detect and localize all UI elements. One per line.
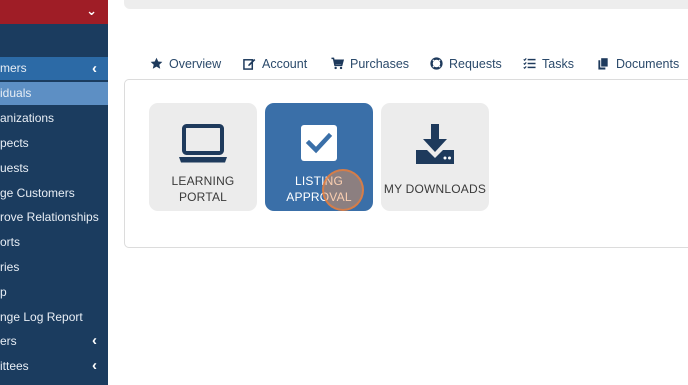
sidebar-item-prospects[interactable]: pects — [0, 132, 108, 154]
sidebar-item-label: pects — [0, 136, 29, 150]
sidebar-item-label: anizations — [0, 111, 55, 125]
tab-label: Documents — [616, 57, 680, 71]
tab-label: Requests — [449, 57, 502, 71]
click-indicator — [322, 169, 364, 211]
header-strip — [124, 0, 688, 9]
sidebar-item-requests[interactable]: uests — [0, 157, 108, 179]
sidebar-item-committees[interactable]: ittees ‹ — [0, 355, 108, 377]
checkbox-icon — [265, 125, 373, 166]
chevron-down-icon[interactable]: ⌄ — [86, 3, 97, 19]
tab-label: Purchases — [350, 57, 410, 71]
sidebar-item-label: ittees — [0, 359, 29, 373]
star-icon — [150, 57, 163, 70]
tab-documents[interactable]: Documents — [597, 55, 679, 73]
sidebar-item-label: mers — [0, 61, 27, 75]
learning-portal-tile[interactable]: LEARNING PORTAL — [149, 103, 257, 211]
tab-overview[interactable]: Overview — [150, 55, 221, 73]
sidebar-item-customers[interactable]: mers ‹ — [0, 57, 108, 80]
tile-label-line2: PORTAL — [178, 190, 228, 204]
sidebar-item-label: iduals — [0, 86, 32, 100]
sidebar-item-label: rove Relationships — [0, 210, 99, 224]
laptop-icon — [149, 123, 257, 170]
tab-label: Tasks — [542, 57, 574, 71]
tab-label: Account — [262, 57, 308, 71]
sidebar-item-orders[interactable]: ers ‹ — [0, 330, 108, 352]
sidebar-item-label: ge Customers — [0, 186, 75, 200]
sidebar-item-queries[interactable]: ries — [0, 256, 108, 278]
tab-requests[interactable]: Requests — [430, 55, 502, 73]
chevron-left-icon[interactable]: ‹ — [92, 355, 97, 377]
sidebar-item-label: uests — [0, 161, 29, 175]
tab-tasks[interactable]: Tasks — [523, 55, 574, 73]
sidebar-item-help[interactable]: p — [0, 281, 108, 303]
tile-label: MY DOWNLOADS — [383, 182, 487, 196]
edit-icon — [243, 57, 256, 70]
sidebar-item-label: p — [0, 285, 7, 299]
tab-purchases[interactable]: Purchases — [331, 55, 409, 73]
chevron-left-icon[interactable]: ‹ — [92, 330, 97, 352]
tab-account[interactable]: Account — [243, 55, 307, 73]
sidebar-item-label: ries — [0, 260, 20, 274]
sidebar-item-merge-customers[interactable]: ge Customers — [0, 182, 108, 204]
tile-label-line1: LEARNING — [171, 174, 235, 188]
chevron-left-icon[interactable]: ‹ — [92, 57, 97, 80]
sidebar-item-change-log-report[interactable]: nge Log Report — [0, 306, 108, 328]
download-icon — [381, 123, 489, 170]
sidebar-header[interactable]: ⌄ — [0, 0, 108, 24]
sidebar-item-organizations[interactable]: anizations — [0, 107, 108, 129]
cart-icon — [331, 57, 344, 70]
tab-label: Overview — [169, 57, 222, 71]
sidebar-item-label: nge Log Report — [0, 310, 83, 324]
tasks-icon — [523, 57, 536, 70]
sidebar-item-label: ers — [0, 334, 17, 348]
sidebar-item-individuals[interactable]: iduals — [0, 82, 108, 105]
my-downloads-tile[interactable]: MY DOWNLOADS — [381, 103, 489, 211]
sidebar-item-reports[interactable]: orts — [0, 231, 108, 253]
sidebar: ⌄ mers ‹ iduals anizations pects uests g… — [0, 0, 108, 385]
lifebuoy-icon — [430, 57, 443, 70]
sidebar-item-approve-relationships[interactable]: rove Relationships — [0, 206, 108, 228]
documents-icon — [597, 57, 610, 70]
sidebar-item-label: orts — [0, 235, 21, 249]
